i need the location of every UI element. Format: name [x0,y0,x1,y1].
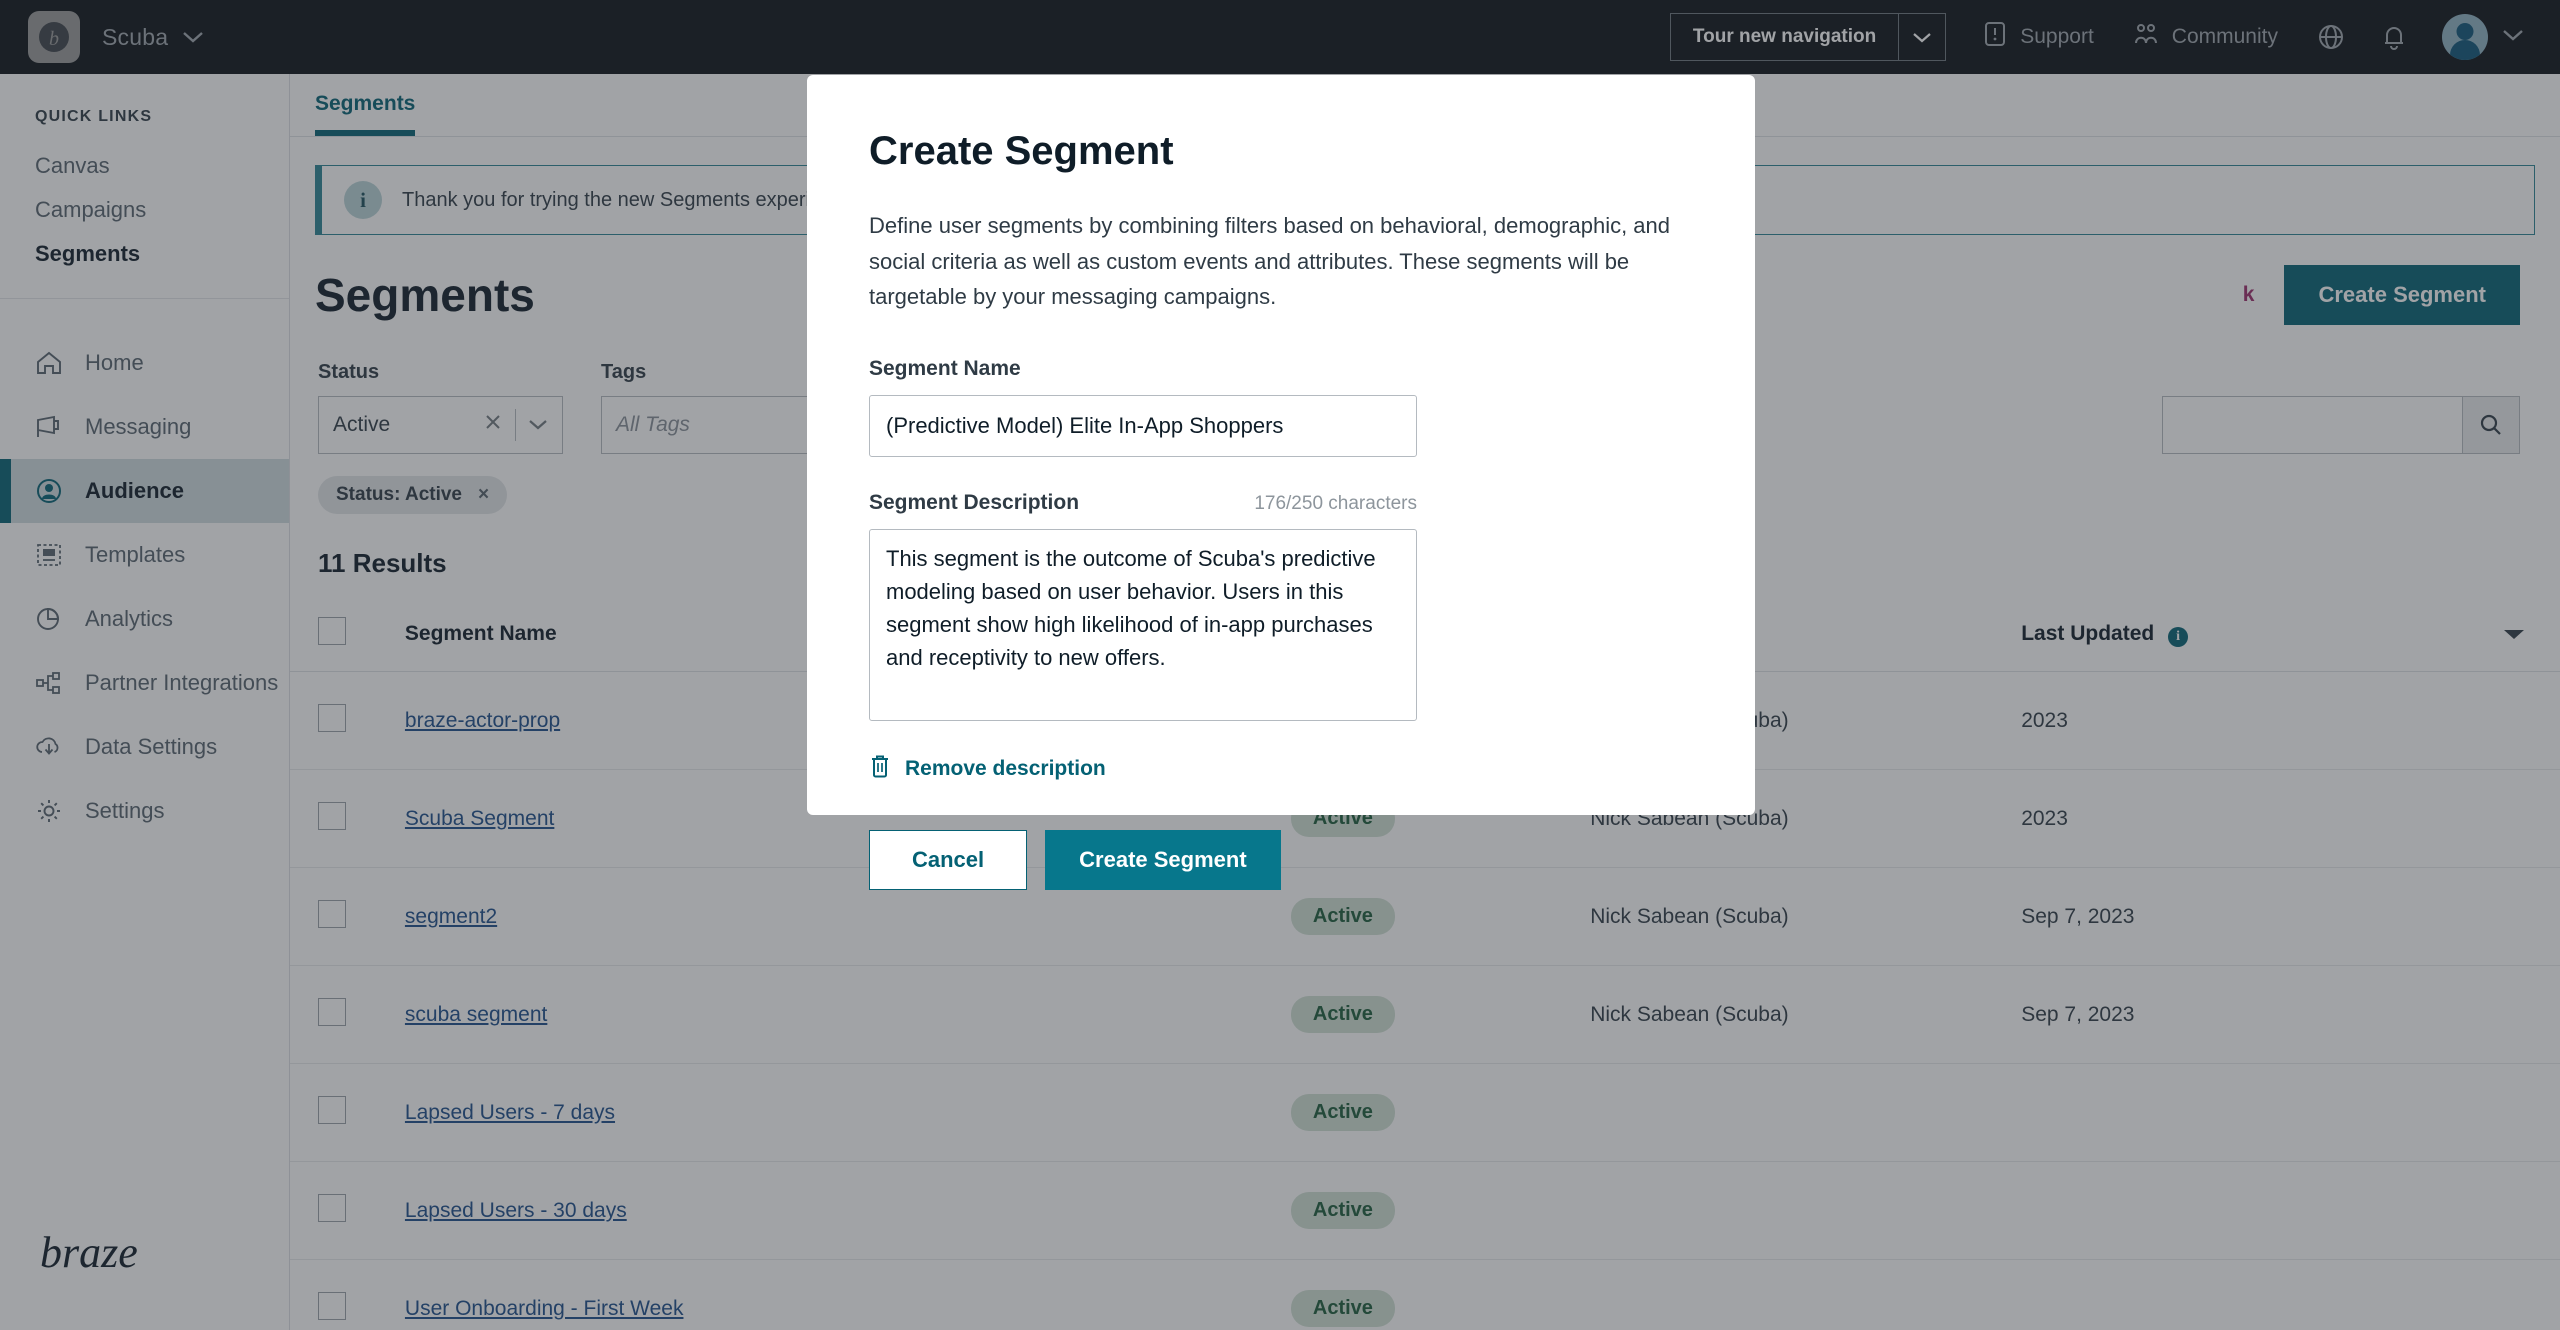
remove-description-button[interactable]: Remove description [869,754,1693,784]
modal-actions: Cancel Create Segment [869,829,1693,890]
cancel-button[interactable]: Cancel [869,829,1028,890]
segment-name-label: Segment Name [869,356,1021,380]
segment-name-field-group: Segment Name [869,357,1693,457]
modal-title: Create Segment [869,129,1174,173]
remove-description-label: Remove description [905,756,1106,780]
trash-icon [869,754,891,784]
segment-description-label: Segment Description [869,490,1080,514]
segment-description-label-row: Segment Description 176/250 characters [869,491,1417,515]
segment-description-textarea[interactable] [869,528,1417,721]
segment-name-input[interactable] [869,394,1417,457]
app-root: b Scuba Tour new navigation Support Comm… [0,0,2560,1330]
modal-description: Define user segments by combining filter… [869,213,1671,310]
create-segment-modal: Create Segment Define user segments by c… [807,75,1755,890]
modal-create-segment-button[interactable]: Create Segment [1045,829,1281,890]
character-counter: 176/250 characters [1254,492,1417,514]
segment-description-field-group: Segment Description 176/250 characters [869,491,1693,726]
